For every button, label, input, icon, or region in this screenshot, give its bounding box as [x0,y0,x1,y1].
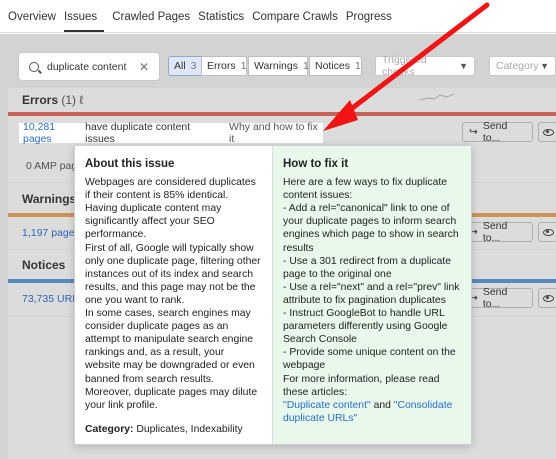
tab-statistics[interactable]: Statistics [198,11,251,32]
search-icon [29,61,39,72]
how-to-fix-column: How to fix it Here are a few ways to fix… [273,146,471,444]
close-icon[interactable]: ✕ [139,60,149,74]
tab-issues[interactable]: Issues [63,11,105,32]
category-line: Category: Duplicates, Indexability [85,423,243,436]
filter-warnings-count: 1 [302,60,309,72]
search-input[interactable]: duplicate content ✕ [19,53,159,80]
chevron-down-icon: ▼ [459,61,468,71]
chevron-down-icon: ▼ [540,61,549,71]
triggered-checks-dropdown[interactable]: Triggered checks ▼ [375,54,475,78]
links-and-text: and [373,399,391,411]
filter-notices[interactable]: Notices 1 [309,56,362,76]
category-label: Category: [85,424,134,435]
filter-errors-label: Errors [207,60,236,72]
filter-notices-count: 1 [355,60,361,72]
issue-help-popup: About this issue Webpages are considered… [74,145,472,445]
duplicate-content-article-link[interactable]: "Duplicate content" [283,400,371,411]
issue-description: have duplicate content issues [85,121,191,145]
about-issue-text: Webpages are considered duplicates if th… [85,177,261,411]
issue-row-duplicate-content: 10,281 pages have duplicate content issu… [19,121,323,146]
filter-all-count: 3 [190,60,197,72]
search-value: duplicate content [47,60,127,73]
filter-notices-label: Notices [315,60,351,72]
category-dropdown[interactable]: Category ▼ [489,56,556,76]
top-nav: Overview Issues Crawled Pages Statistics… [0,0,556,33]
tab-progress[interactable]: Progress [346,11,399,32]
filter-errors[interactable]: Errors 1 [201,56,247,76]
tab-overview[interactable]: Overview [8,11,63,32]
tab-crawled-pages[interactable]: Crawled Pages [112,11,197,32]
articles-links: "Duplicate content" and "Consolidate dup… [283,399,461,425]
category-placeholder: Category [496,60,539,72]
about-issue-title: About this issue [85,158,175,170]
filter-warnings-label: Warnings [254,60,298,72]
why-and-how-to-fix-link[interactable]: Why and how to fix it [229,121,319,146]
filter-all-label: All [174,60,186,72]
category-value: Duplicates, Indexability [136,424,243,435]
filter-warnings[interactable]: Warnings 1 [248,56,309,76]
filter-errors-count: 1 [240,60,247,72]
how-to-fix-title: How to fix it [283,158,349,170]
issue-pages-link[interactable]: 10,281 pages [23,121,82,145]
tab-compare-crawls[interactable]: Compare Crawls [252,11,345,32]
how-to-fix-text: Here are a few ways to fix duplicate con… [283,177,460,398]
triggered-checks-placeholder: Triggered checks [382,54,427,78]
about-issue-column: About this issue Webpages are considered… [75,146,273,444]
